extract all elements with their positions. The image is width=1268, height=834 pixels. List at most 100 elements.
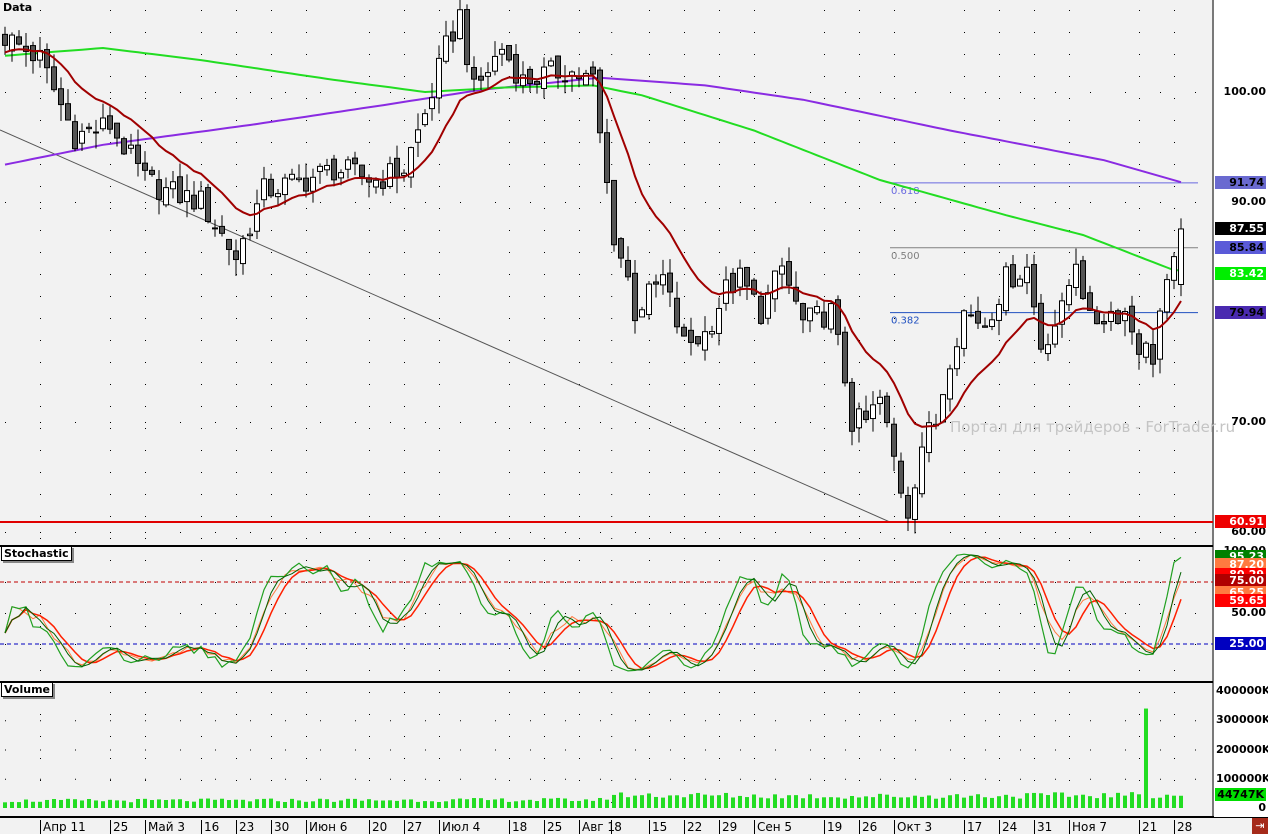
grid-dot [859,32,860,33]
grid-dot [110,98,111,99]
grid-dot [306,780,307,781]
candle-body [863,410,869,421]
grid-dot [271,54,272,55]
grid-dot [404,406,405,407]
candle-body [667,272,673,293]
grid-dot [579,54,580,55]
volume-bar [563,798,567,808]
grid-dot [670,613,671,614]
grid-dot [404,648,405,649]
grid-dot [40,202,41,203]
grid-dot [894,692,895,693]
grid-dot [110,208,111,209]
grid-dot [859,494,860,495]
grid-dot [950,582,951,583]
candle-body [156,179,162,200]
grid-dot [439,626,440,627]
grid-dot [719,582,720,583]
grid-dot [824,428,825,429]
grid-dot [754,472,755,473]
grid-dot [390,202,391,203]
grid-dot [145,516,146,517]
volume-bar [1151,798,1155,808]
grid-dot [754,384,755,385]
grid-dot [1125,720,1126,722]
grid-dot [369,98,370,99]
grid-dot [404,230,405,231]
volume-axis-label: 300000K [1216,713,1268,727]
grid-dot [355,749,356,751]
grid-dot [740,202,741,203]
date-axis-label: 25 [110,820,128,834]
grid-dot [306,98,307,99]
grid-dot [705,422,706,423]
grid-dot [544,406,545,407]
grid-dot [145,472,146,473]
grid-dot [999,472,1000,473]
grid-dot [985,613,986,614]
grid-dot [1069,362,1070,363]
chart-canvas[interactable]: 0.6180.5000.382 [0,0,1268,834]
grid-dot [40,10,41,11]
volume-bar [668,795,672,808]
grid-dot [565,644,566,645]
grid-dot [180,778,181,780]
volume-bar [1025,793,1029,808]
grid-dot [1139,560,1140,561]
volume-bar [871,797,875,808]
grid-dot [859,736,860,737]
grid-dot [964,692,965,693]
grid-dot [460,778,461,780]
grid-dot [5,778,6,780]
candle-body [828,303,834,330]
grid-dot [894,362,895,363]
grid-dot [705,749,706,751]
grid-dot [509,230,510,231]
grid-dot [355,532,356,533]
grid-dot [719,186,720,187]
grid-dot [369,318,370,319]
candle-body [674,297,680,328]
grid-dot [635,92,636,93]
candle-body [240,238,246,265]
volume-bar [472,798,476,808]
grid-dot [355,613,356,614]
candle-body [1003,266,1009,312]
grid-dot [740,92,741,93]
grid-dot [110,692,111,693]
grid-dot [306,758,307,759]
grid-dot [439,340,440,341]
candle-body [177,176,183,204]
volume-bar [612,794,616,808]
grid-dot [684,10,685,11]
grid-dot [719,142,720,143]
exit-icon[interactable]: ⇥ [1252,818,1268,834]
grid-dot [719,604,720,605]
grid-dot [999,274,1000,275]
grid-dot [579,736,580,737]
candle-body [121,138,127,155]
grid-dot [369,780,370,781]
grid-dot [1069,252,1070,253]
grid-dot [635,749,636,751]
grid-dot [201,626,202,627]
grid-dot [670,202,671,203]
grid-dot [579,494,580,495]
grid-dot [859,384,860,385]
grid-dot [1174,604,1175,605]
grid-dot [880,778,881,780]
grid-dot [1034,54,1035,55]
volume-bar [906,797,910,808]
grid-dot [999,362,1000,363]
grid-dot [530,778,531,780]
grid-dot [1139,406,1140,407]
candle-body [737,267,743,288]
grid-dot [201,780,202,781]
grid-dot [306,692,307,693]
date-axis-label: 15 [649,820,667,834]
grid-dot [285,422,286,423]
grid-dot [75,720,76,722]
grid-dot [985,644,986,645]
grid-dot [110,450,111,451]
grid-dot [439,186,440,187]
